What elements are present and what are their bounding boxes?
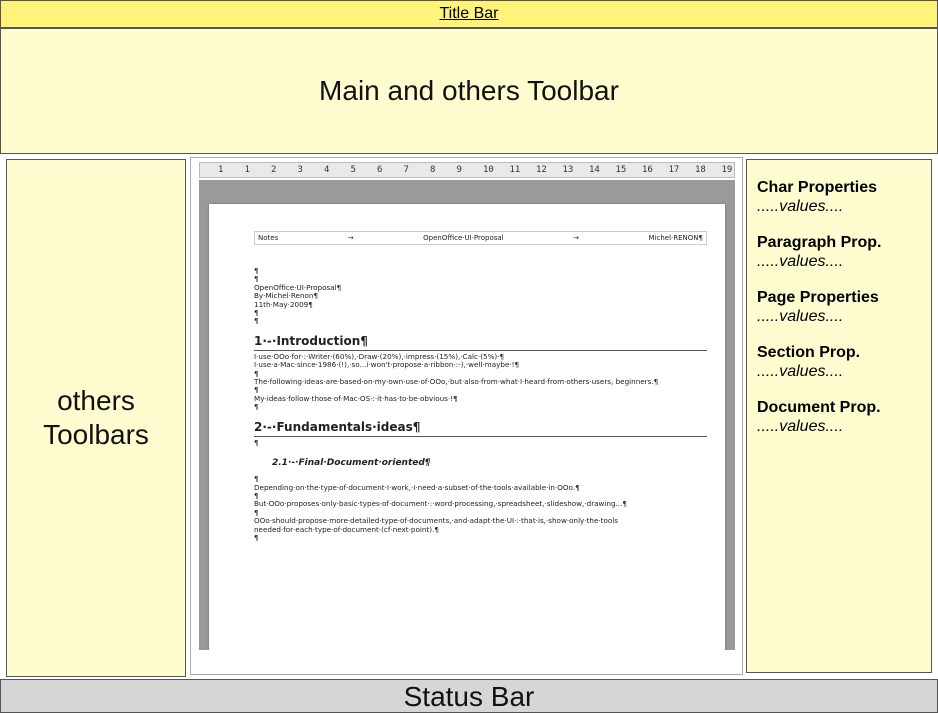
header-right: Michel·RENON¶	[648, 234, 703, 242]
char-properties-section[interactable]: Char Properties .....values....	[757, 178, 921, 216]
ruler-tick-label: 9	[456, 165, 462, 175]
ruler-tick-label: 19	[721, 165, 733, 175]
others-toolbars-region: others Toolbars	[6, 159, 186, 677]
heading-introduction: 1·-·Introduction¶	[254, 334, 707, 351]
ruler-tick-label: 17	[668, 165, 680, 175]
paragraph: 11th·May·2009¶	[254, 299, 313, 309]
paragraph: ¶	[254, 532, 259, 542]
paragraph: OpenOffice·UI·Proposal¶	[254, 282, 342, 292]
paragraph: ¶	[254, 308, 259, 318]
ruler-tick-label: 15	[615, 165, 627, 175]
ruler-tick-label: 1	[218, 165, 224, 175]
heading-final-document: 2.1·-·Final·Document·oriented¶	[272, 458, 431, 469]
tab-arrow: →	[573, 234, 579, 242]
paragraph: Depending·on·the·type·of·document·I·work…	[254, 482, 580, 492]
header-left: Notes	[258, 234, 279, 242]
ruler-tick-label: 6	[377, 165, 383, 175]
heading-fundamentals: 2·-·Fundamentals·ideas¶	[254, 420, 707, 437]
page-properties-values: .....values....	[757, 308, 844, 325]
paragraph: ¶	[254, 316, 259, 326]
paragraph: ¶	[254, 266, 259, 275]
horizontal-ruler[interactable]: 1 1 2 3 4 5 6 7 8 9 10 11 12 13 14 15 16 17 18 19	[199, 162, 735, 178]
ruler-tick-label: 18	[695, 165, 706, 175]
paragraph: But·OOo·proposes·only·basic·types·of·doc…	[254, 499, 627, 509]
document-page[interactable]: Notes → OpenOffice·UI·Proposal → Michel·…	[209, 204, 725, 650]
page-header: Notes → OpenOffice·UI·Proposal → Michel·…	[254, 231, 707, 245]
ruler-tick-label: 10	[483, 165, 494, 175]
paragraph: By·Michel·Renon¶	[254, 291, 319, 301]
document-body: ¶ ¶ OpenOffice·UI·Proposal¶ By·Michel·Re…	[254, 266, 707, 542]
paragraph: OOo·should·propose·more·detailed·type·of…	[254, 516, 619, 534]
properties-panel: Char Properties .....values.... Paragrap…	[746, 159, 932, 673]
ruler-tick-label: 14	[589, 165, 600, 175]
title-bar: Title Bar	[0, 0, 938, 28]
document-properties-section[interactable]: Document Prop. .....values....	[757, 398, 921, 436]
ruler-tick-label: 2	[271, 165, 277, 175]
ruler-tick-label: 1	[244, 165, 250, 175]
paragraph: The·following·ideas·are·based·on·my·own·…	[254, 377, 659, 387]
paragraph: I·use·a·Mac·since·1986·(!),·so...i·won't…	[254, 360, 520, 370]
paragraph: ¶	[254, 437, 259, 447]
ruler-tick-label: 11	[509, 165, 521, 175]
document-canvas[interactable]: Notes → OpenOffice·UI·Proposal → Michel·…	[199, 180, 735, 650]
others-toolbars-label: others Toolbars	[43, 384, 149, 452]
main-toolbar-label: Main and others Toolbar	[319, 75, 619, 106]
section-properties-values: .....values....	[757, 363, 844, 380]
paragraph-properties-section[interactable]: Paragraph Prop. .....values....	[757, 233, 921, 271]
paragraph: My·ideas·follow·those·of·Mac·OS·:·it·has…	[254, 393, 458, 403]
ruler-tick-label: 13	[562, 165, 574, 175]
page-properties-section[interactable]: Page Properties .....values....	[757, 288, 921, 326]
header-center: OpenOffice·UI·Proposal	[423, 234, 504, 242]
section-properties-section[interactable]: Section Prop. .....values....	[757, 343, 921, 381]
ruler-tick-label: 12	[536, 165, 547, 175]
others-toolbars-line1: others	[57, 385, 135, 416]
ruler-tick-label: 8	[430, 165, 436, 175]
char-properties-title: Char Properties	[757, 179, 878, 196]
ruler-tick-label: 4	[324, 165, 330, 175]
paragraph: ¶	[254, 402, 259, 412]
section-properties-title: Section Prop.	[757, 344, 861, 361]
char-properties-values: .....values....	[757, 198, 844, 215]
paragraph-properties-title: Paragraph Prop.	[757, 234, 882, 251]
document-properties-title: Document Prop.	[757, 399, 881, 416]
title-bar-label: Title Bar	[439, 5, 499, 22]
main-toolbar-region: Main and others Toolbar	[0, 28, 938, 154]
document-area: 1 1 2 3 4 5 6 7 8 9 10 11 12 13 14 15 16 17 18 19 Notes → O…	[190, 157, 743, 675]
ruler-tick-label: 3	[297, 165, 303, 175]
paragraph-properties-values: .....values....	[757, 253, 844, 270]
ruler-tick-label: 16	[642, 165, 653, 175]
others-toolbars-line2: Toolbars	[43, 419, 149, 450]
ruler-tick-label: 5	[350, 165, 356, 175]
status-bar: Status Bar	[0, 679, 938, 713]
status-bar-label: Status Bar	[403, 681, 535, 712]
ruler-tick-label: 7	[403, 165, 409, 175]
page-properties-title: Page Properties	[757, 289, 879, 306]
document-properties-values: .....values....	[757, 418, 844, 435]
tab-arrow: →	[347, 234, 354, 242]
